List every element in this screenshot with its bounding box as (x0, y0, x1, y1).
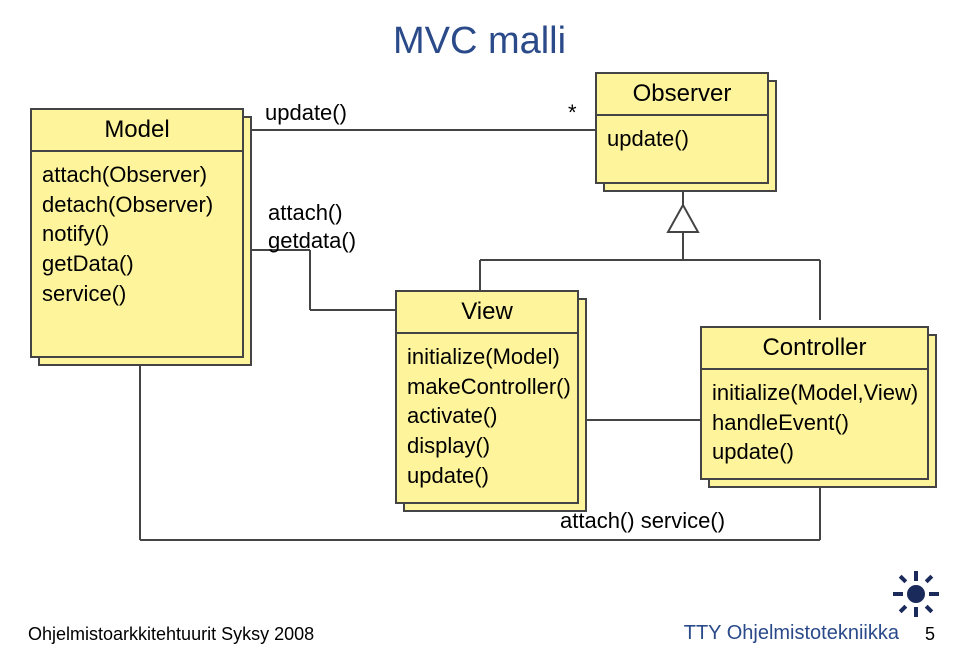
uml-observer: Observer update() (595, 72, 769, 184)
uml-op: makeController() (407, 372, 567, 402)
assoc-label-attach: attach() (268, 200, 343, 226)
uml-op: display() (407, 431, 567, 461)
uml-op: update() (712, 437, 917, 467)
uml-observer-ops: update() (597, 116, 767, 164)
uml-view-ops: initialize(Model) makeController() activ… (397, 334, 577, 500)
tty-logo-icon (891, 569, 941, 619)
uml-op: initialize(Model) (407, 342, 567, 372)
uml-view-name: View (397, 292, 577, 334)
page-number: 5 (925, 624, 935, 645)
uml-op: activate() (407, 401, 567, 431)
footer-left: Ohjelmistoarkkitehtuurit Syksy 2008 (28, 624, 314, 645)
uml-op: service() (42, 279, 232, 309)
assoc-multiplicity: * (568, 100, 577, 126)
footer-right: TTY Ohjelmistotekniikka (684, 622, 899, 645)
assoc-label-update: update() (265, 100, 347, 126)
uml-controller: Controller initialize(Model,View) handle… (700, 326, 929, 480)
assoc-label-getdata: getdata() (268, 228, 356, 254)
uml-model-ops: attach(Observer) detach(Observer) notify… (32, 152, 242, 318)
uml-op: detach(Observer) (42, 190, 232, 220)
uml-op: update() (607, 124, 757, 154)
uml-op: update() (407, 461, 567, 491)
uml-op: handleEvent() (712, 408, 917, 438)
uml-controller-ops: initialize(Model,View) handleEvent() upd… (702, 370, 927, 477)
uml-op: notify() (42, 219, 232, 249)
uml-controller-name: Controller (702, 328, 927, 370)
uml-observer-name: Observer (597, 74, 767, 116)
page-title: MVC malli (0, 20, 959, 63)
uml-view: View initialize(Model) makeController() … (395, 290, 579, 504)
uml-op: initialize(Model,View) (712, 378, 917, 408)
uml-op: attach(Observer) (42, 160, 232, 190)
uml-model: Model attach(Observer) detach(Observer) … (30, 108, 244, 358)
uml-op: getData() (42, 249, 232, 279)
uml-model-name: Model (32, 110, 242, 152)
